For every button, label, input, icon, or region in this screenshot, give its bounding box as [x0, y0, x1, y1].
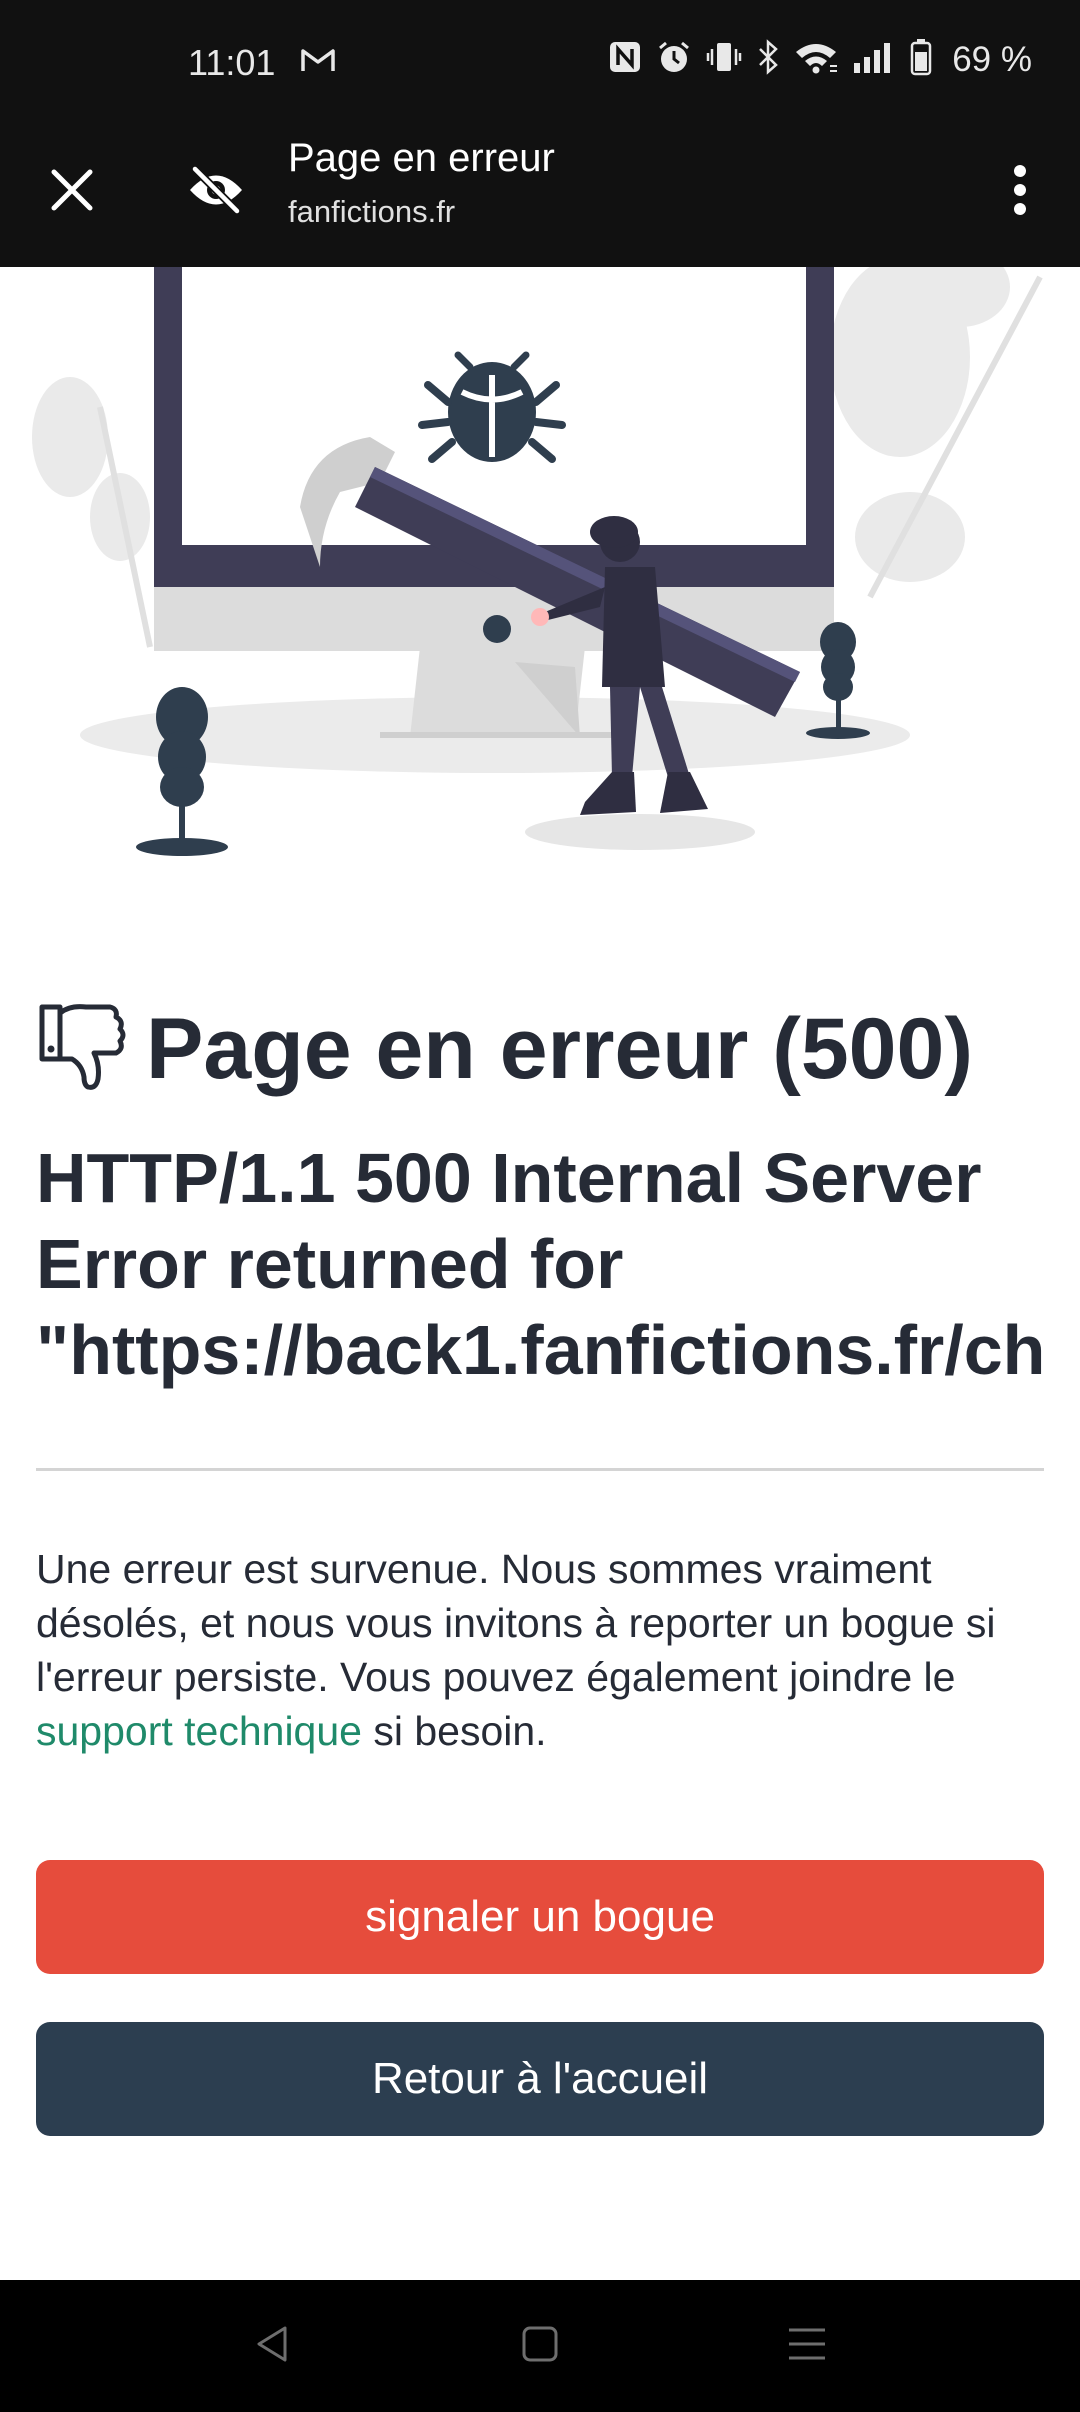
- home-button[interactable]: Retour à l'accueil: [36, 2022, 1044, 2136]
- description-text-end: si besoin.: [361, 1708, 547, 1754]
- home-icon: [520, 2324, 560, 2369]
- report-bug-button[interactable]: signaler un bogue: [36, 1860, 1044, 1974]
- support-link[interactable]: support technique: [36, 1708, 362, 1754]
- nav-home-button[interactable]: [504, 2310, 576, 2382]
- divider: [36, 1468, 1044, 1471]
- privacy-button[interactable]: [180, 156, 252, 228]
- error-illustration: [0, 227, 1080, 887]
- nav-back-button[interactable]: [237, 2310, 309, 2382]
- gmail-icon: [300, 46, 336, 79]
- recents-icon: [787, 2324, 827, 2369]
- menu-button[interactable]: [984, 152, 1056, 232]
- error-heading: Page en erreur (500): [36, 1000, 973, 1099]
- thumbs-down-icon: [36, 1001, 128, 1098]
- eye-off-icon: [187, 165, 245, 220]
- status-bar: 11:01 69 %: [0, 0, 1080, 124]
- nav-recents-button[interactable]: [771, 2310, 843, 2382]
- error-message: HTTP/1.1 500 Internal Server Error retur…: [36, 1135, 1080, 1393]
- wifi-icon: [794, 40, 838, 79]
- nfc-icon: [608, 40, 642, 79]
- battery-percent: 69 %: [952, 39, 1032, 79]
- page-title: Page en erreur: [288, 136, 555, 180]
- status-icons: 69 %: [608, 38, 1032, 81]
- vibrate-icon: [706, 39, 742, 80]
- bluetooth-icon: [756, 39, 780, 80]
- error-message-line-1: HTTP/1.1 500 Internal Server: [36, 1139, 982, 1217]
- status-time: 11:01: [188, 42, 276, 83]
- system-nav-bar: [0, 2280, 1080, 2412]
- error-description: Une erreur est survenue. Nous sommes vra…: [36, 1542, 1046, 1758]
- description-text: Une erreur est survenue. Nous sommes vra…: [36, 1546, 996, 1700]
- close-button[interactable]: [36, 156, 108, 228]
- error-title: Page en erreur (500): [146, 1001, 973, 1097]
- page-domain: fanfictions.fr: [288, 194, 456, 229]
- signal-icon: [852, 41, 896, 78]
- alarm-icon: [656, 39, 692, 80]
- custom-tab-toolbar: Page en erreur fanfictions.fr: [0, 124, 1080, 267]
- error-message-line-2: Error returned for: [36, 1225, 624, 1303]
- close-icon: [50, 168, 94, 217]
- error-message-line-3: "https://back1.fanfictions.fr/ch: [36, 1311, 1046, 1389]
- more-vert-icon: [1013, 164, 1027, 221]
- battery-icon: [910, 38, 932, 81]
- back-icon: [253, 2324, 293, 2369]
